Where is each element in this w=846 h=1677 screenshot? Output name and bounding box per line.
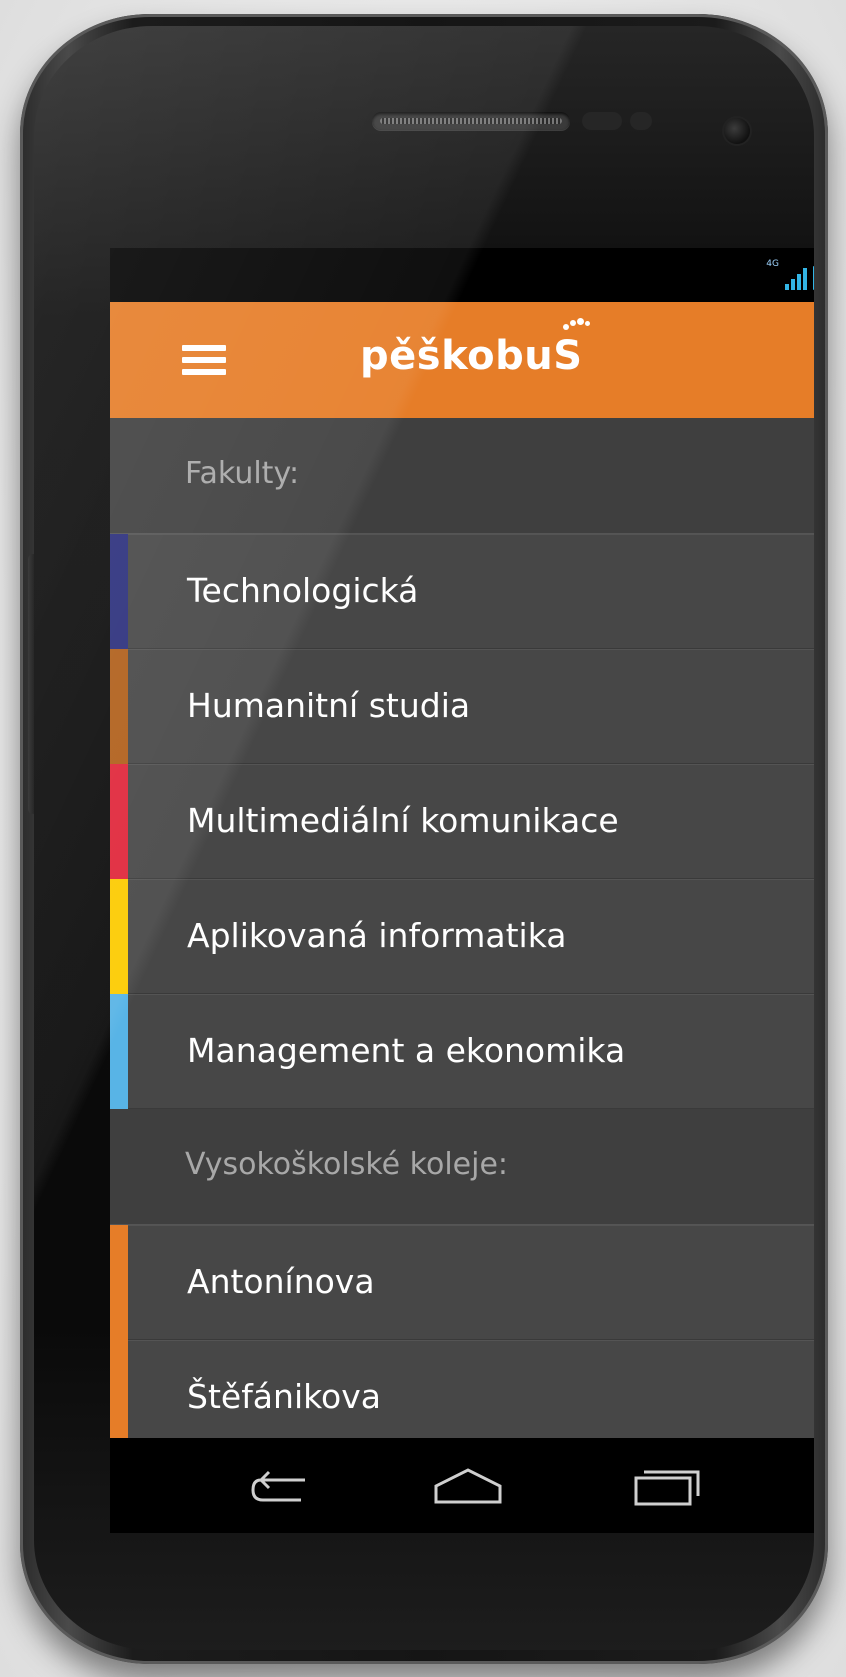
- screen: 4G pěškobuS Fakulty: Technologická Human…: [110, 248, 814, 1533]
- color-stripe: [110, 534, 128, 649]
- menu-item-label: Humanitní studia: [187, 686, 471, 725]
- hamburger-icon[interactable]: [182, 345, 226, 375]
- system-nav-bar: [110, 1438, 814, 1533]
- recent-apps-icon[interactable]: [608, 1460, 728, 1512]
- menu-item-management-a-ekonomika[interactable]: Management a ekonomika: [110, 994, 814, 1109]
- menu-item-label: Antonínova: [187, 1262, 375, 1301]
- menu-item-label: Technologická: [187, 571, 419, 610]
- menu-item-aplikovana-informatika[interactable]: Aplikovaná informatika: [110, 879, 814, 994]
- menu-item-antoninova[interactable]: Antonínova: [110, 1225, 814, 1340]
- menu-item-humanitni-studia[interactable]: Humanitní studia: [110, 649, 814, 764]
- footprint-icon: S: [553, 318, 591, 386]
- navigation-drawer: Fakulty: Technologická Humanitní studia …: [110, 418, 814, 1455]
- phone-face: 4G pěškobuS Fakulty: Technologická Human…: [34, 26, 814, 1650]
- battery-icon: [813, 266, 814, 290]
- app-logo-text: pěškobu: [360, 333, 554, 379]
- section-header-label: Vysokoškolské koleje:: [185, 1147, 509, 1182]
- color-stripe: [110, 994, 128, 1109]
- section-header-faculties: Fakulty:: [110, 418, 814, 534]
- menu-item-label: Multimediální komunikace: [187, 801, 619, 840]
- network-type-label: 4G: [766, 259, 779, 269]
- earpiece-speaker: [372, 112, 570, 130]
- menu-item-label: Štěfánikova: [187, 1377, 381, 1416]
- section-header-dormitories: Vysokoškolské koleje:: [110, 1109, 814, 1225]
- color-stripe: [110, 879, 128, 994]
- menu-item-technologicka[interactable]: Technologická: [110, 534, 814, 649]
- proximity-sensor: [582, 112, 622, 130]
- color-stripe: [110, 764, 128, 879]
- section-header-label: Fakulty:: [185, 456, 300, 491]
- back-icon[interactable]: [220, 1460, 340, 1512]
- app-logo-glyph: S: [553, 333, 583, 379]
- menu-item-label: Aplikovaná informatika: [187, 916, 567, 955]
- status-icons: 4G: [766, 260, 814, 290]
- app-logo: pěškobuS: [360, 318, 591, 386]
- menu-item-multimedialni-komunikace[interactable]: Multimediální komunikace: [110, 764, 814, 879]
- status-bar: 4G: [110, 248, 814, 302]
- phone-device: 4G pěškobuS Fakulty: Technologická Human…: [20, 14, 828, 1664]
- light-sensor: [630, 112, 652, 130]
- color-stripe: [110, 1225, 128, 1340]
- color-stripe: [110, 649, 128, 764]
- signal-icon: [785, 268, 807, 290]
- menu-item-label: Management a ekonomika: [187, 1031, 626, 1070]
- front-camera: [724, 118, 750, 144]
- action-bar: pěškobuS: [110, 302, 814, 418]
- home-icon[interactable]: [408, 1460, 528, 1512]
